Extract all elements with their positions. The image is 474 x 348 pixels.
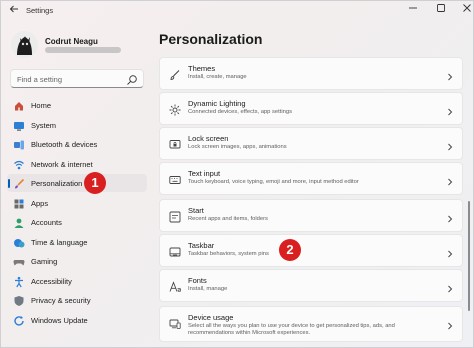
- chevron-right-icon: [446, 69, 454, 81]
- chevron-right-icon: [446, 318, 454, 330]
- sidebar-item-accounts[interactable]: Accounts: [7, 213, 147, 231]
- brush-icon: [13, 177, 25, 189]
- themes-icon: [169, 68, 181, 80]
- sidebar-item-home[interactable]: Home: [7, 96, 147, 114]
- card-title: Dynamic Lighting: [188, 99, 246, 108]
- app-title: Settings: [26, 6, 54, 15]
- card-subtitle: Recent apps and items, folders: [188, 216, 268, 222]
- card-lock-screen[interactable]: Lock screen Lock screen images, apps, an…: [159, 127, 463, 160]
- maximize-icon[interactable]: [434, 3, 448, 17]
- card-title: Start: [188, 206, 204, 215]
- card-text-input[interactable]: Text input Touch keyboard, voice typing,…: [159, 162, 463, 195]
- system-icon: [13, 119, 25, 131]
- gaming-icon: [13, 255, 25, 267]
- avatar[interactable]: [11, 31, 38, 58]
- sidebar-item-label: Accounts: [31, 218, 62, 227]
- user-name: Codrut Neagu: [45, 37, 98, 46]
- card-taskbar[interactable]: Taskbar Taskbar behaviors, system pins: [159, 234, 463, 267]
- card-dynamic-lighting[interactable]: Dynamic Lighting Connected devices, effe…: [159, 92, 463, 125]
- sidebar-item-privacy-security[interactable]: Privacy & security: [7, 291, 147, 309]
- fonts-icon: [169, 280, 181, 292]
- sidebar-item-gaming[interactable]: Gaming: [7, 252, 147, 270]
- card-subtitle: Lock screen images, apps, animations: [188, 144, 287, 150]
- search-input[interactable]: Find a setting: [10, 69, 144, 88]
- windows-update-icon: [13, 314, 25, 326]
- sidebar-item-apps[interactable]: Apps: [7, 194, 147, 212]
- sidebar-item-label: Network & internet: [31, 159, 93, 169]
- chevron-right-icon: [446, 211, 454, 223]
- back-arrow-icon[interactable]: [7, 4, 21, 18]
- card-subtitle: Install, create, manage: [188, 74, 247, 80]
- card-fonts[interactable]: Fonts Install, manage: [159, 269, 463, 302]
- chevron-right-icon: [446, 104, 454, 116]
- close-icon[interactable]: [460, 3, 474, 17]
- sidebar-item-windows-update[interactable]: Windows Update: [7, 311, 147, 329]
- sidebar-item-bluetooth[interactable]: Bluetooth & devices: [7, 135, 147, 153]
- sidebar-item-label: Bluetooth & devices: [31, 140, 98, 149]
- accessibility-icon: [13, 275, 25, 287]
- settings-window: Settings Codrut Neagu Find a setting Hom…: [0, 0, 474, 348]
- sidebar-item-system[interactable]: System: [7, 116, 147, 134]
- chevron-right-icon: [446, 246, 454, 258]
- sidebar-item-label: Gaming: [31, 257, 58, 266]
- start-icon: [169, 210, 181, 223]
- card-start[interactable]: Start Recent apps and items, folders: [159, 199, 463, 232]
- card-subtitle: Install, manage: [188, 286, 228, 292]
- search-placeholder: Find a setting: [17, 75, 63, 84]
- apps-icon: [13, 197, 25, 209]
- card-title: Themes: [188, 64, 216, 73]
- card-subtitle: Select all the ways you plan to use your…: [188, 323, 395, 336]
- network-icon: [13, 158, 25, 170]
- sidebar-item-label: Privacy & security: [31, 296, 91, 305]
- sidebar-item-label: Home: [31, 101, 52, 110]
- card-subtitle: Touch keyboard, voice typing, emoji and …: [188, 179, 359, 185]
- page-title: Personalization: [159, 31, 263, 47]
- sidebar-item-time-language[interactable]: Time & language: [7, 233, 147, 251]
- accounts-icon: [13, 216, 25, 228]
- sidebar-item-personalization[interactable]: Personalization: [7, 174, 147, 192]
- card-subtitle: Connected devices, effects, app settings: [188, 109, 292, 115]
- card-device-usage[interactable]: Device usage Select all the ways you pla…: [159, 306, 463, 342]
- chevron-right-icon: [446, 174, 454, 186]
- home-icon: [13, 99, 25, 111]
- sidebar-item-label: Windows Update: [31, 315, 88, 325]
- sidebar-item-label: Personalization: [31, 179, 83, 188]
- chevron-right-icon: [446, 281, 454, 293]
- sidebar-item-label: Time & language: [31, 237, 88, 247]
- card-themes[interactable]: Themes Install, create, manage: [159, 57, 463, 90]
- chevron-right-icon: [446, 139, 454, 151]
- sidebar-item-label: Accessibility: [31, 276, 72, 286]
- selection-indicator: [8, 179, 10, 188]
- lock-screen-icon: [169, 138, 181, 150]
- taskbar-icon: [169, 245, 181, 257]
- callout-badge-2: 2: [279, 239, 301, 261]
- card-title: Fonts: [188, 276, 207, 285]
- card-subtitle: Taskbar behaviors, system pins: [188, 251, 269, 257]
- dynamic-lighting-icon: [169, 103, 181, 116]
- time-language-icon: [13, 236, 25, 248]
- search-icon[interactable]: [126, 73, 138, 85]
- keyboard-icon: [169, 173, 181, 185]
- sidebar-item-label: Apps: [31, 198, 49, 208]
- card-title: Lock screen: [188, 134, 229, 143]
- bluetooth-icon: [13, 138, 25, 150]
- sidebar-item-label: System: [31, 120, 57, 130]
- user-email-redacted: [45, 47, 121, 53]
- card-title: Text input: [188, 169, 221, 178]
- sidebar-item-accessibility[interactable]: Accessibility: [7, 272, 147, 290]
- card-title: Taskbar: [188, 241, 215, 250]
- main-scrollbar[interactable]: [468, 201, 470, 311]
- card-title: Device usage: [188, 313, 234, 322]
- device-usage-icon: [169, 317, 181, 329]
- shield-icon: [13, 294, 25, 306]
- minimize-icon[interactable]: [406, 3, 420, 17]
- title-bar: Settings: [1, 1, 474, 23]
- sidebar-item-network[interactable]: Network & internet: [7, 155, 147, 173]
- callout-badge-1: 1: [84, 172, 106, 194]
